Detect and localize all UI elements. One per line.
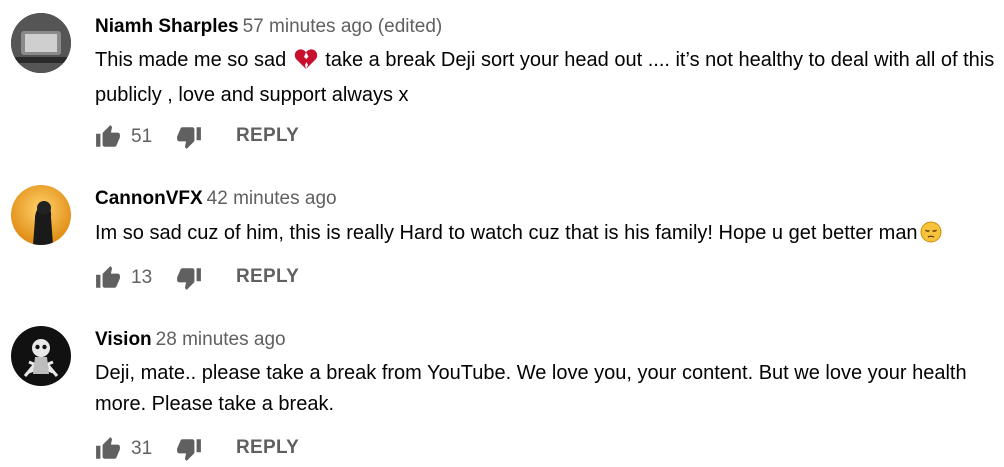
thumb-down-icon[interactable]: [176, 265, 202, 291]
timestamp[interactable]: 42 minutes ago: [207, 188, 337, 209]
reply-button[interactable]: REPLY: [236, 437, 299, 459]
thumb-up-icon[interactable]: [95, 265, 121, 291]
thumb-down-icon[interactable]: [176, 124, 202, 150]
comment-actions: 31 REPLY: [95, 436, 355, 462]
comment-actions: 51 REPLY: [95, 124, 355, 150]
pensive-face-emoji: [920, 221, 942, 253]
thumb-up-icon[interactable]: [95, 124, 121, 150]
avatar-image: [11, 326, 71, 386]
comment-text: Deji, mate.. please take a break from Yo…: [95, 358, 1000, 420]
thumb-up-icon[interactable]: [95, 436, 121, 462]
reply-button[interactable]: REPLY: [236, 266, 299, 288]
comment-actions: 13 REPLY: [95, 265, 355, 291]
author-name[interactable]: Vision: [95, 329, 152, 350]
like-count: 31: [131, 438, 153, 459]
avatar-image: [11, 13, 71, 73]
comment-text-part: This made me so sad: [95, 49, 292, 71]
timestamp[interactable]: 57 minutes ago (edited): [243, 16, 443, 37]
avatar[interactable]: [11, 326, 71, 386]
author-name[interactable]: Niamh Sharples: [95, 16, 239, 37]
timestamp[interactable]: 28 minutes ago: [156, 329, 286, 350]
comment-text-part: Im so sad cuz of him, this is really Har…: [95, 222, 918, 244]
thumb-down-icon[interactable]: [176, 436, 202, 462]
reply-button[interactable]: REPLY: [236, 125, 299, 147]
avatar[interactable]: [11, 185, 71, 245]
avatar[interactable]: [11, 13, 71, 73]
comment-text: This made me so sad take a break Deji so…: [95, 45, 1000, 111]
broken-heart-emoji: [294, 48, 318, 80]
comment-text-part: Deji, mate.. please take a break from Yo…: [95, 362, 967, 415]
comment-header: CannonVFX 42 minutes ago: [95, 187, 337, 211]
comment-header: Niamh Sharples 57 minutes ago (edited): [95, 15, 442, 39]
comment-text: Im so sad cuz of him, this is really Har…: [95, 218, 1000, 253]
author-name[interactable]: CannonVFX: [95, 188, 203, 209]
comment-header: Vision 28 minutes ago: [95, 328, 286, 352]
like-count: 51: [131, 126, 153, 147]
avatar-image: [11, 185, 71, 245]
like-count: 13: [131, 267, 153, 288]
